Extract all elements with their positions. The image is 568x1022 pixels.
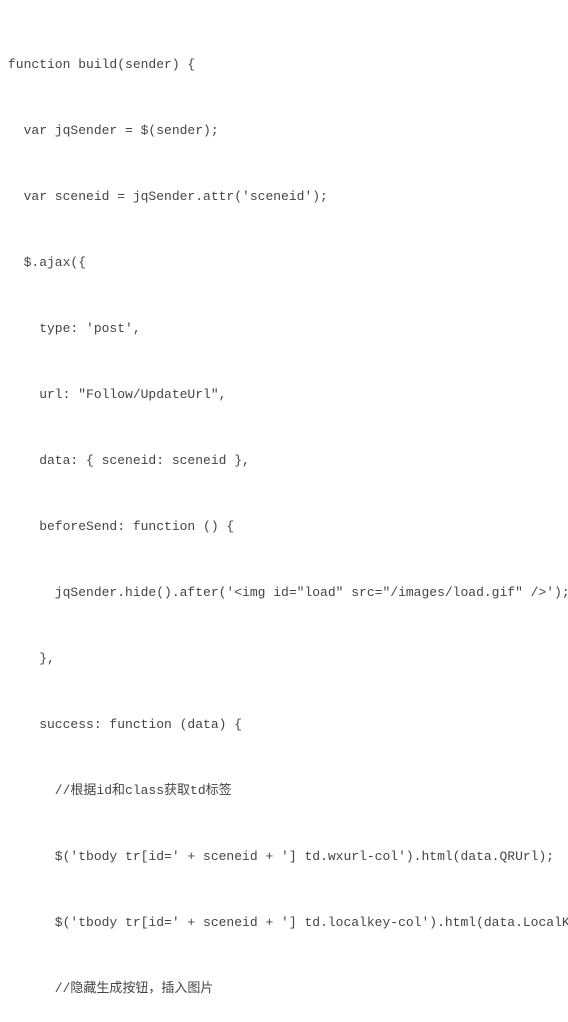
code-line: beforeSend: function () {	[8, 516, 560, 538]
code-line: $('tbody tr[id=' + sceneid + '] td.wxurl…	[8, 846, 560, 868]
code-snippet: function build(sender) { var jqSender = …	[8, 10, 560, 1022]
code-line: jqSender.hide().after('<img id="load" sr…	[8, 582, 560, 604]
code-line: //根据id和class获取td标签	[8, 780, 560, 802]
code-line: url: "Follow/UpdateUrl",	[8, 384, 560, 406]
code-line: },	[8, 648, 560, 670]
code-line: $.ajax({	[8, 252, 560, 274]
code-line: var sceneid = jqSender.attr('sceneid');	[8, 186, 560, 208]
code-line: $('tbody tr[id=' + sceneid + '] td.local…	[8, 912, 560, 934]
code-line: //隐藏生成按钮，插入图片	[8, 978, 560, 1000]
code-line: success: function (data) {	[8, 714, 560, 736]
code-line: data: { sceneid: sceneid },	[8, 450, 560, 472]
code-line: var jqSender = $(sender);	[8, 120, 560, 142]
code-line: function build(sender) {	[8, 54, 560, 76]
code-line: type: 'post',	[8, 318, 560, 340]
